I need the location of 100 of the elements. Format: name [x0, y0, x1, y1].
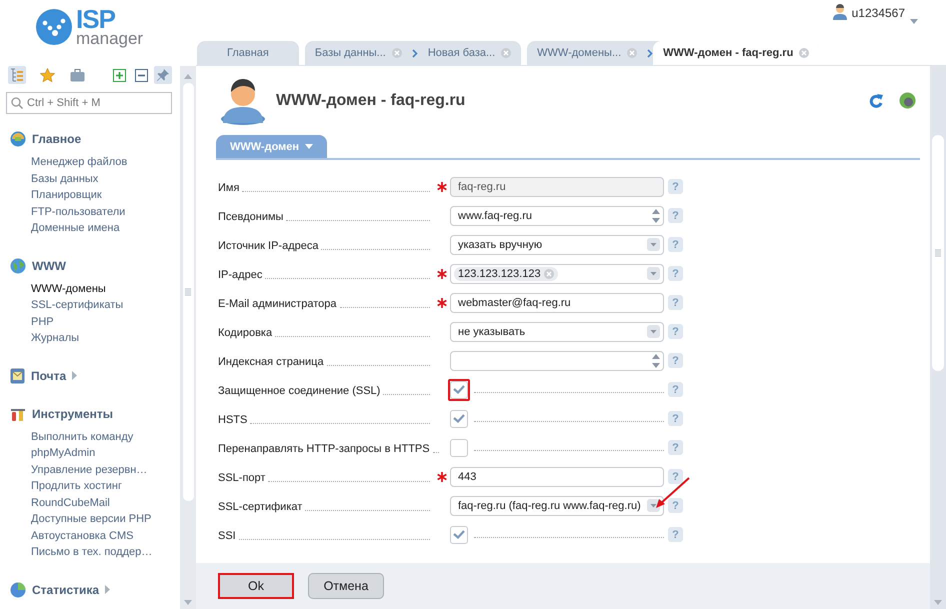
field-label: Источник IP-адреса: [218, 240, 318, 252]
field-label: Перенаправлять HTTP-запросы в HTTPS: [218, 442, 430, 454]
menu-item[interactable]: phpMyAdmin: [31, 445, 180, 462]
close-icon[interactable]: [799, 48, 810, 58]
list-field[interactable]: [450, 350, 664, 370]
group-title[interactable]: Почта: [31, 368, 78, 382]
checkbox[interactable]: [450, 438, 468, 456]
text-field[interactable]: webmaster@faq-reg.ru: [450, 292, 664, 312]
group-title[interactable]: WWW: [32, 258, 66, 272]
scrollbar-thumb[interactable]: [182, 83, 194, 501]
spinner-icon[interactable]: [652, 208, 660, 222]
expand-arrow-icon: [72, 370, 78, 380]
tab[interactable]: Базы данны...: [304, 41, 412, 65]
page-title: WWW-домен - faq-reg.ru: [276, 92, 466, 110]
logo-text: ISP: [76, 8, 116, 32]
close-icon[interactable]: [392, 48, 402, 58]
dropdown-icon[interactable]: [647, 238, 660, 251]
expand-arrow-icon: [105, 584, 110, 594]
menu-item[interactable]: Автоустановка CMS: [31, 528, 180, 544]
cancel-button[interactable]: Отмена: [308, 573, 384, 599]
case-button[interactable]: [68, 66, 86, 84]
tab[interactable]: WWW-домен - faq-reg.ru: [653, 41, 820, 65]
pin-icon: [156, 68, 170, 82]
field-label: Защищенное соединение (SSL): [218, 384, 380, 396]
field-label: IP-адрес: [218, 268, 262, 280]
menu-item[interactable]: Планировщик: [31, 187, 180, 204]
field-label: SSL-сертификат: [218, 500, 302, 512]
expand-button[interactable]: [110, 66, 128, 84]
close-icon[interactable]: [627, 48, 638, 58]
scroll-up-icon[interactable]: [184, 74, 192, 79]
checkbox[interactable]: [450, 526, 468, 544]
globe-icon: [10, 131, 26, 147]
checkmark-icon: [453, 414, 465, 423]
search-field[interactable]: Ctrl + Shift + M: [6, 92, 172, 114]
menu-item[interactable]: Письмо в тех. поддер…: [31, 544, 180, 560]
dropdown-icon[interactable]: [647, 267, 660, 280]
spinner-icon[interactable]: [652, 354, 660, 368]
menu-item[interactable]: Выполнить команду: [31, 428, 180, 445]
field-label: SSL-порт: [218, 472, 266, 484]
checkbox[interactable]: [450, 410, 468, 428]
grip-icon[interactable]: [935, 249, 941, 257]
tab[interactable]: WWW-домены...: [527, 41, 648, 65]
collapse-icon: [134, 68, 148, 82]
close-icon[interactable]: [501, 48, 512, 58]
globe-icon: [10, 258, 26, 274]
select-field[interactable]: указать вручную: [450, 234, 664, 254]
caret-icon: [910, 19, 918, 24]
collapse-button[interactable]: [132, 66, 150, 84]
field-label: Имя: [218, 182, 240, 194]
mail-icon: [10, 368, 25, 384]
dropdown-icon[interactable]: [647, 325, 660, 338]
tab[interactable]: Новая база...: [418, 41, 522, 65]
checkmark-icon: [453, 385, 465, 394]
pin-button[interactable]: [154, 66, 172, 84]
scrollbar-thumb[interactable]: [932, 135, 944, 371]
select-field[interactable]: faq-reg.ru (faq-reg.ru www.faq-reg.ru): [450, 496, 664, 516]
field-label: Кодировка: [218, 326, 272, 338]
menu-item[interactable]: Менеджер файлов: [31, 154, 180, 170]
field-label: SSI: [218, 530, 236, 542]
menu-item[interactable]: Управление резервн…: [31, 462, 180, 478]
menu-item[interactable]: Доменные имена: [31, 220, 180, 236]
globe-icon[interactable]: [899, 92, 916, 109]
pie-chart-icon: [10, 582, 26, 598]
field-label: HSTS: [218, 414, 248, 426]
list-field[interactable]: www.faq-reg.ru: [450, 206, 664, 226]
menu-item[interactable]: Доступные версии PHP: [31, 511, 180, 528]
select-field[interactable]: не указывать: [450, 322, 664, 342]
field-label: Псевдонимы: [218, 210, 284, 222]
group-title[interactable]: Статистика: [32, 582, 110, 596]
grip-icon[interactable]: [185, 288, 191, 296]
menu-item[interactable]: FTP-пользователи: [31, 204, 180, 220]
search-icon: [11, 97, 23, 109]
refresh-icon[interactable]: [869, 93, 883, 108]
chevron-icon: [412, 48, 418, 58]
logo-icon: [36, 9, 72, 46]
scroll-down-icon[interactable]: [184, 600, 192, 605]
checkmark-icon: [453, 530, 465, 539]
user-name[interactable]: u1234567: [852, 6, 905, 20]
ok-button[interactable]: Ok: [218, 573, 294, 599]
group-title[interactable]: Инструменты: [32, 406, 114, 420]
group-title[interactable]: Главное: [32, 132, 82, 146]
tree-icon: [10, 68, 24, 82]
menu-item[interactable]: WWW-домены: [31, 280, 180, 297]
menu-item[interactable]: PHP: [31, 314, 180, 330]
star-icon: [40, 68, 54, 82]
remove-icon[interactable]: [544, 268, 554, 278]
menu-item[interactable]: SSL-сертификаты: [31, 297, 180, 314]
scroll-down-icon[interactable]: [934, 600, 942, 605]
select-field[interactable]: 123.123.123.123: [450, 264, 664, 284]
logo-subtitle: manager: [76, 31, 144, 47]
tab[interactable]: Главная: [197, 41, 299, 65]
field-label: Индексная страница: [218, 356, 324, 368]
menu-item[interactable]: Журналы: [31, 330, 180, 346]
menu-item[interactable]: Базы данных: [31, 170, 180, 187]
text-field[interactable]: faq-reg.ru: [450, 176, 664, 196]
menu-item[interactable]: RoundCubeMail: [31, 494, 180, 511]
tree-button[interactable]: [8, 66, 26, 84]
text-field[interactable]: 443: [450, 466, 664, 486]
star-button[interactable]: [38, 66, 56, 84]
menu-item[interactable]: Продлить хостинг: [31, 478, 180, 494]
